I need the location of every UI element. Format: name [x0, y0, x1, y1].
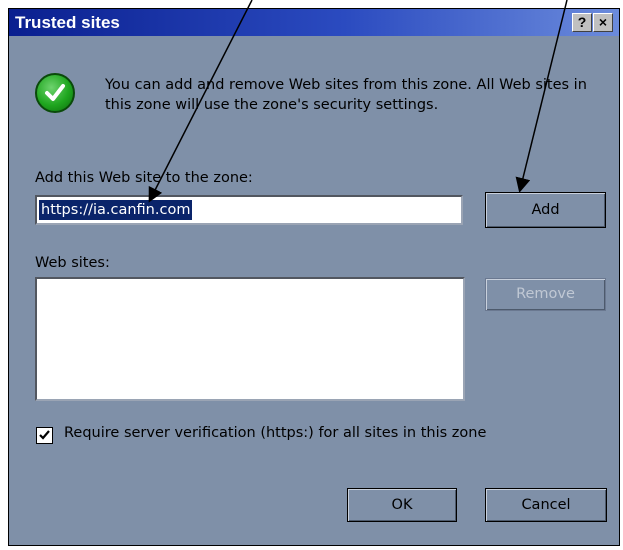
arrow-to-add-button — [515, 0, 568, 193]
arrow-to-url-input — [148, 0, 253, 203]
annotation-arrows — [148, 0, 568, 203]
